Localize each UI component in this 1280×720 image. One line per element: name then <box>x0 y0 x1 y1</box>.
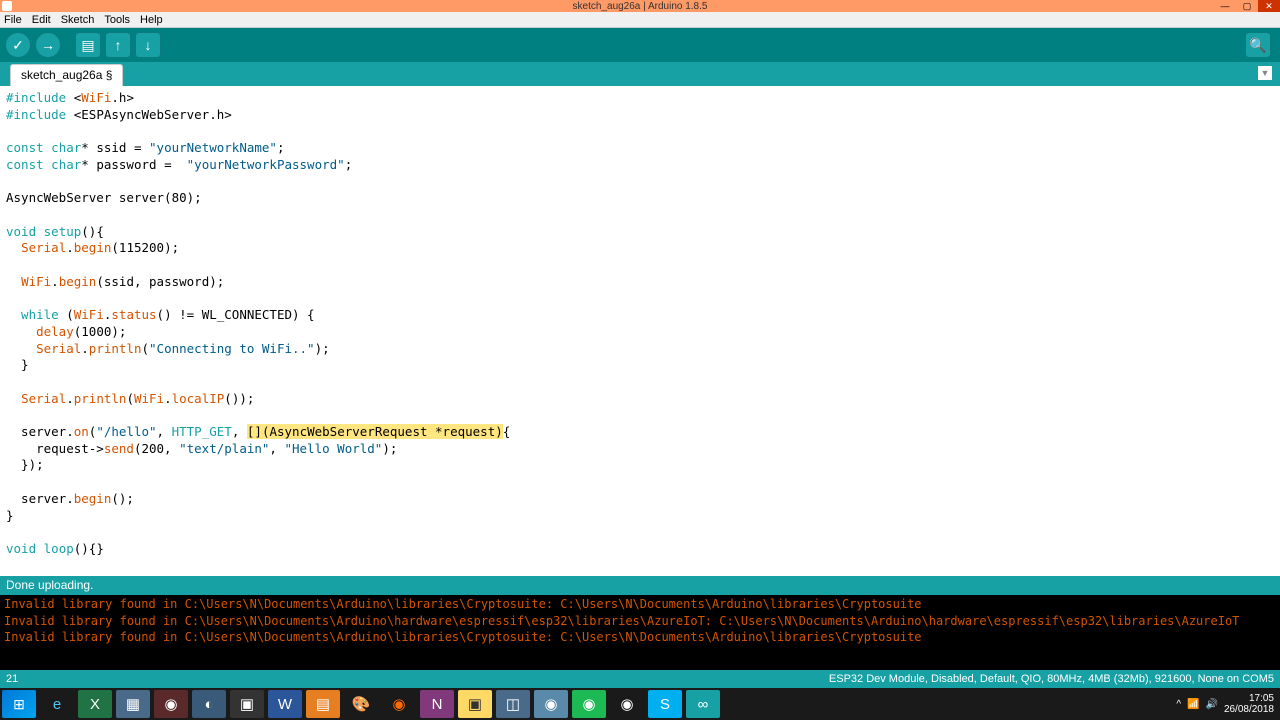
taskbar-firefox-icon[interactable]: ◉ <box>382 690 416 718</box>
taskbar-app6-icon[interactable]: ◉ <box>534 690 568 718</box>
taskbar-app4-icon[interactable]: ▤ <box>306 690 340 718</box>
taskbar-paint-icon[interactable]: 🎨 <box>344 690 378 718</box>
taskbar-onenote-icon[interactable]: N <box>420 690 454 718</box>
close-button[interactable]: ✕ <box>1258 0 1280 12</box>
tray-wifi-icon[interactable]: 📶 <box>1187 699 1199 710</box>
taskbar-chrome-icon[interactable]: ◉ <box>610 690 644 718</box>
open-button[interactable]: ↑ <box>105 32 131 58</box>
taskbar-explorer-icon[interactable]: ▣ <box>458 690 492 718</box>
taskbar-word-icon[interactable]: W <box>268 690 302 718</box>
taskbar-app5-icon[interactable]: ◫ <box>496 690 530 718</box>
taskbar-spotify-icon[interactable]: ◉ <box>572 690 606 718</box>
board-info: ESP32 Dev Module, Disabled, Default, QIO… <box>829 673 1274 685</box>
console-output: Invalid library found in C:\Users\N\Docu… <box>0 595 1280 670</box>
serial-monitor-button[interactable]: 🔍 <box>1245 32 1271 58</box>
taskbar-app3-icon[interactable]: ◐ <box>192 690 226 718</box>
menu-sketch[interactable]: Sketch <box>61 14 95 26</box>
tray-clock[interactable]: 17:05 26/08/2018 <box>1224 693 1274 715</box>
taskbar-skype-icon[interactable]: S <box>648 690 682 718</box>
upload-button[interactable]: → <box>35 32 61 58</box>
code-editor[interactable]: #include <WiFi.h> #include <ESPAsyncWebS… <box>0 86 1280 576</box>
start-button[interactable]: ⊞ <box>2 690 36 718</box>
taskbar-pycharm-icon[interactable]: ▣ <box>230 690 264 718</box>
tab-bar: sketch_aug26a § ▼ <box>0 62 1280 86</box>
verify-button[interactable]: ✓ <box>5 32 31 58</box>
new-button[interactable]: ▤ <box>75 32 101 58</box>
status-message: Done uploading. <box>6 578 93 592</box>
save-button[interactable]: ↓ <box>135 32 161 58</box>
maximize-button[interactable]: ▢ <box>1236 0 1258 12</box>
menu-bar: File Edit Sketch Tools Help <box>0 12 1280 28</box>
taskbar-arduino-icon[interactable]: ∞ <box>686 690 720 718</box>
line-number: 21 <box>6 673 18 685</box>
window-titlebar: sketch_aug26a | Arduino 1.8.5 — ▢ ✕ <box>0 0 1280 12</box>
toolbar: ✓ → ▤ ↑ ↓ 🔍 <box>0 28 1280 62</box>
menu-file[interactable]: File <box>4 14 22 26</box>
window-title: sketch_aug26a | Arduino 1.8.5 <box>573 1 708 12</box>
menu-help[interactable]: Help <box>140 14 163 26</box>
app-icon <box>2 1 12 11</box>
tab-menu-button[interactable]: ▼ <box>1258 66 1272 80</box>
system-tray[interactable]: ^ 📶 🔊 17:05 26/08/2018 <box>1176 693 1274 715</box>
taskbar-ie-icon[interactable]: e <box>40 690 74 718</box>
menu-tools[interactable]: Tools <box>104 14 130 26</box>
taskbar-excel-icon[interactable]: X <box>78 690 112 718</box>
tray-volume-icon[interactable]: 🔊 <box>1205 699 1217 710</box>
windows-taskbar: ⊞ e X ▦ ◉ ◐ ▣ W ▤ 🎨 ◉ N ▣ ◫ ◉ ◉ ◉ S ∞ ^ … <box>0 688 1280 720</box>
sketch-tab[interactable]: sketch_aug26a § <box>10 64 123 86</box>
taskbar-app1-icon[interactable]: ▦ <box>116 690 150 718</box>
minimize-button[interactable]: — <box>1214 0 1236 12</box>
status-bar: Done uploading. <box>0 576 1280 595</box>
taskbar-app2-icon[interactable]: ◉ <box>154 690 188 718</box>
tray-chevron-icon[interactable]: ^ <box>1176 699 1181 710</box>
menu-edit[interactable]: Edit <box>32 14 51 26</box>
bottom-bar: 21 ESP32 Dev Module, Disabled, Default, … <box>0 670 1280 688</box>
